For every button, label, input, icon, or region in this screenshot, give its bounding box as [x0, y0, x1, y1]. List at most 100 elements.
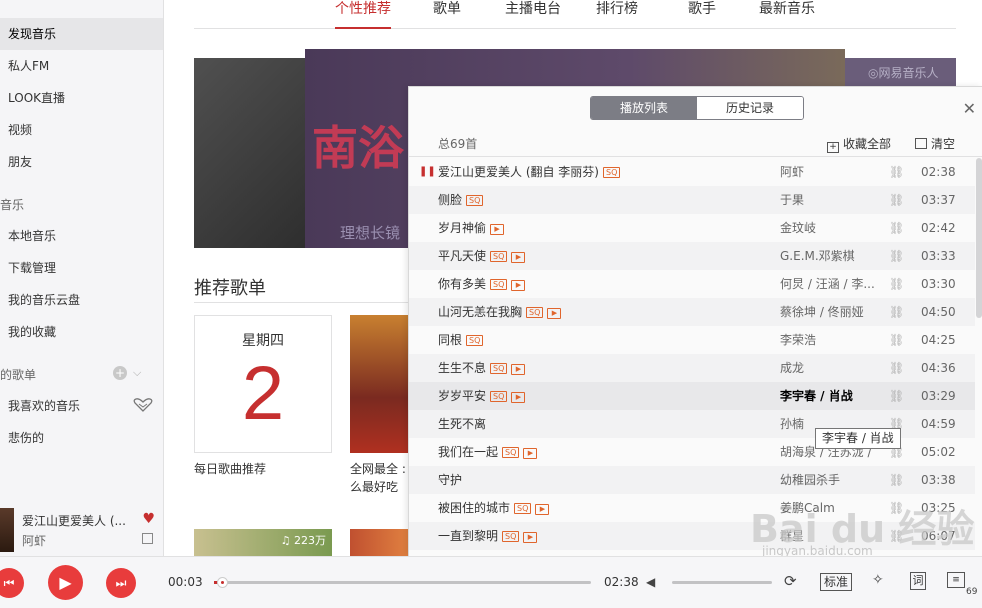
mv-play-icon[interactable]: ▶ — [547, 308, 562, 319]
clear-button[interactable]: 清空 — [915, 135, 955, 152]
song-name[interactable]: 岁月神偷 ▶ — [438, 214, 505, 242]
link-icon[interactable]: ⛓ — [889, 390, 904, 402]
link-icon[interactable]: ⛓ — [889, 362, 904, 374]
mv-play-icon[interactable]: ▶ — [511, 252, 526, 263]
link-icon[interactable]: ⛓ — [889, 222, 904, 234]
song-artist[interactable]: 于果 — [780, 186, 875, 214]
tab-playlist[interactable]: 播放列表 — [591, 97, 697, 119]
song-artist[interactable]: G.E.M.邓紫棋 — [780, 242, 875, 270]
link-icon[interactable]: ⛓ — [889, 278, 904, 290]
sidebar-music-item-2[interactable]: 我的音乐云盘 — [0, 284, 163, 316]
album-thumbnail[interactable] — [0, 508, 14, 552]
playlist-title-line1[interactable]: 全网最全 : — [350, 460, 408, 477]
song-name[interactable]: 你有多美 SQ ▶ — [438, 270, 526, 298]
song-row[interactable]: 岁岁平安 SQ ▶ 李宇春 / 肖战 ⛓ 03:29 — [409, 382, 975, 410]
sidebar-playlist-item-1[interactable]: 悲伤的 — [0, 422, 163, 454]
sidebar-item-2[interactable]: LOOK直播 — [0, 82, 163, 114]
song-artist[interactable]: 阿虾 — [780, 158, 875, 186]
mv-play-icon[interactable]: ▶ — [490, 224, 505, 235]
link-icon[interactable]: ⛓ — [889, 334, 904, 346]
lyric-button[interactable]: 词 — [910, 572, 926, 590]
mv-play-icon[interactable]: ▶ — [511, 392, 526, 403]
close-icon[interactable]: ✕ — [963, 99, 976, 118]
playlist-cover[interactable] — [350, 529, 408, 556]
song-row[interactable]: 同根 SQ 李荣浩 ⛓ 04:25 — [409, 326, 975, 354]
collect-all-button[interactable]: + 收藏全部 — [827, 135, 891, 153]
mv-play-icon[interactable]: ▶ — [511, 280, 526, 291]
quality-button[interactable]: 标准 — [820, 573, 853, 591]
now-playing[interactable]: 爱江山更爱美人 (... 阿虾 ♥ — [0, 504, 163, 556]
sidebar-item-4[interactable]: 朋友 — [0, 146, 163, 178]
now-playing-artist[interactable]: 阿虾 — [22, 532, 46, 549]
progress-bar[interactable] — [214, 577, 591, 588]
sound-effect-icon[interactable]: ✧ — [872, 572, 884, 588]
now-playing-title[interactable]: 爱江山更爱美人 (... — [22, 512, 126, 529]
playlist-title-line2[interactable]: 么最好吃 — [350, 478, 408, 495]
song-row[interactable]: 守护 幼稚园杀手 ⛓ 03:38 — [409, 466, 975, 494]
scrollbar[interactable] — [976, 158, 982, 318]
song-name[interactable]: 生生不息 SQ ▶ — [438, 354, 526, 382]
mv-play-icon[interactable]: ▶ — [535, 504, 550, 515]
tab-history[interactable]: 历史记录 — [697, 97, 803, 119]
chevron-down-icon[interactable]: ⌵ — [133, 366, 147, 380]
progress-handle[interactable] — [216, 577, 228, 588]
song-name[interactable]: 生死不离 — [438, 410, 486, 438]
song-name[interactable]: 我们在一起 SQ ▶ — [438, 438, 538, 466]
song-row[interactable]: 你有多美 SQ ▶ 何炅 / 汪涵 / 李... ⛓ 03:30 — [409, 270, 975, 298]
sidebar-music-item-0[interactable]: 本地音乐 — [0, 220, 163, 252]
song-name[interactable]: 侧脸 SQ — [438, 186, 484, 214]
playlist-icon[interactable]: ≡ — [947, 572, 965, 588]
song-name[interactable]: 山河无恙在我胸 SQ ▶ — [438, 298, 562, 326]
sidebar-music-item-1[interactable]: 下载管理 — [0, 252, 163, 284]
sidebar-item-0[interactable]: 发现音乐 — [0, 18, 163, 50]
volume-icon[interactable]: ◀ — [646, 575, 655, 589]
loop-mode-icon[interactable]: ⟳ — [784, 572, 797, 590]
next-button[interactable]: ⏭ — [106, 568, 136, 598]
song-row[interactable]: 岁月神偷 ▶ 金玟岐 ⛓ 02:42 — [409, 214, 975, 242]
banner-side-image-left[interactable] — [194, 58, 306, 248]
song-name[interactable]: 同根 SQ — [438, 326, 484, 354]
song-row[interactable]: 山河无恙在我胸 SQ ▶ 蔡徐坤 / 佟丽娅 ⛓ 04:50 — [409, 298, 975, 326]
section-title[interactable]: 推荐歌单 — [194, 274, 266, 300]
song-row[interactable]: 平凡天使 SQ ▶ G.E.M.邓紫棋 ⛓ 03:33 — [409, 242, 975, 270]
song-row[interactable]: ❚❚ 爱江山更爱美人 (翻自 李丽芬) SQ 阿虾 ⛓ 02:38 — [409, 158, 975, 186]
play-button[interactable]: ▶ — [48, 565, 83, 600]
song-name[interactable]: 爱江山更爱美人 (翻自 李丽芬) SQ — [438, 158, 621, 186]
sq-badge-icon: SQ — [490, 363, 508, 374]
song-name[interactable]: 岁岁平安 SQ ▶ — [438, 382, 526, 410]
song-artist[interactable]: 何炅 / 汪涵 / 李... — [780, 270, 875, 298]
add-playlist-icon[interactable]: + — [113, 366, 127, 380]
mv-play-icon[interactable]: ▶ — [523, 448, 538, 459]
song-artist[interactable]: 金玟岐 — [780, 214, 875, 242]
song-name[interactable]: 守护 — [438, 466, 462, 494]
mv-play-icon[interactable]: ▶ — [511, 364, 526, 375]
like-heart-icon[interactable]: ♥ — [142, 511, 155, 527]
daily-recommend-label[interactable]: 每日歌曲推荐 — [194, 460, 266, 477]
link-icon[interactable]: ⛓ — [889, 166, 904, 178]
share-icon[interactable] — [142, 533, 153, 544]
song-artist[interactable]: 李宇春 / 肖战 — [780, 382, 875, 410]
daily-recommend-card[interactable]: 星期四 2 — [194, 315, 332, 453]
song-artist[interactable]: 幼稚园杀手 — [780, 466, 875, 494]
song-name[interactable]: 一直到黎明 SQ ▶ — [438, 522, 538, 550]
link-icon[interactable]: ⛓ — [889, 250, 904, 262]
sidebar-item-3[interactable]: 视频 — [0, 114, 163, 146]
previous-button[interactable]: ⏮ — [0, 568, 24, 598]
song-artist[interactable]: 蔡徐坤 / 佟丽娅 — [780, 298, 875, 326]
sidebar-item-1[interactable]: 私人FM — [0, 50, 163, 82]
volume-slider[interactable] — [672, 581, 772, 584]
heart-mode-icon[interactable] — [133, 398, 153, 412]
playlist-cover[interactable]: ♫ 223万 — [194, 529, 332, 556]
song-row[interactable]: 侧脸 SQ 于果 ⛓ 03:37 — [409, 186, 975, 214]
link-icon[interactable]: ⛓ — [889, 306, 904, 318]
song-artist[interactable]: 李荣浩 — [780, 326, 875, 354]
link-icon[interactable]: ⛓ — [889, 194, 904, 206]
song-row[interactable]: 生生不息 SQ ▶ 成龙 ⛓ 04:36 — [409, 354, 975, 382]
mv-play-icon[interactable]: ▶ — [523, 532, 538, 543]
playlist-cover[interactable] — [350, 315, 408, 453]
song-name[interactable]: 被困住的城市 SQ ▶ — [438, 494, 550, 522]
song-name[interactable]: 平凡天使 SQ ▶ — [438, 242, 526, 270]
sidebar-music-item-3[interactable]: 我的收藏 — [0, 316, 163, 348]
link-icon[interactable]: ⛓ — [889, 474, 904, 486]
song-artist[interactable]: 成龙 — [780, 354, 875, 382]
